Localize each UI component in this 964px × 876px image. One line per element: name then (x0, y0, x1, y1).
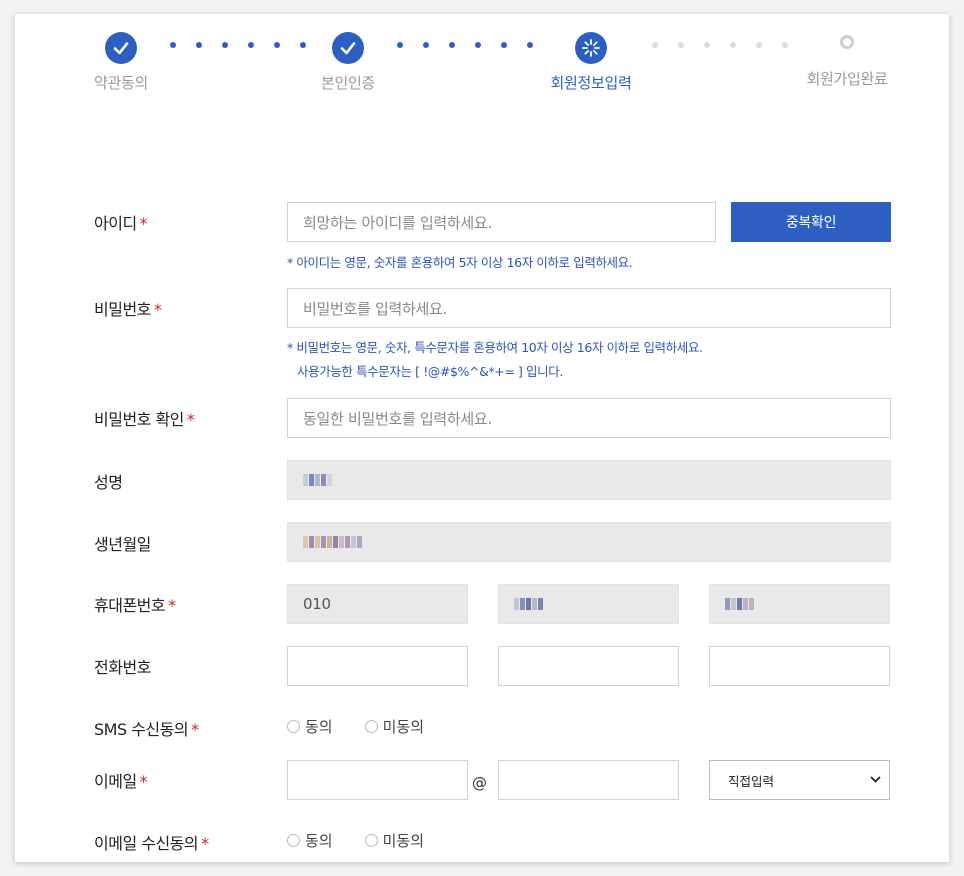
circle-icon (840, 35, 854, 49)
birth-field (287, 522, 891, 562)
userid-hint: * 아이디는 영문, 숫자를 혼용하여 5자 이상 16자 이하로 입력하세요. (287, 255, 633, 270)
blurred-value (303, 536, 362, 548)
sms-consent-label: SMS 수신동의 * (94, 720, 199, 739)
check-icon (332, 32, 364, 64)
mobile-label: 휴대폰번호 * (94, 596, 176, 615)
email-label: 이메일 * (94, 772, 148, 791)
userid-input[interactable]: 희망하는 아이디를 입력하세요. (287, 202, 716, 242)
email-agree-radio[interactable]: 동의 (287, 830, 333, 851)
loading-icon (575, 32, 607, 64)
phone-middle-input[interactable] (498, 646, 679, 686)
radio-icon[interactable] (287, 720, 300, 733)
radio-icon[interactable] (364, 834, 378, 847)
phone-last-input[interactable] (709, 646, 890, 686)
step-complete: 회원가입완료 (767, 32, 927, 89)
mobile-middle-field (498, 584, 679, 624)
email-consent-group: 동의 미동의 (287, 830, 424, 851)
sms-agree-radio[interactable]: 동의 (287, 716, 333, 737)
mobile-prefix-field: 010 (287, 584, 468, 624)
sms-disagree-radio[interactable]: 미동의 (364, 716, 424, 737)
password-input[interactable]: 비밀번호를 입력하세요. (287, 288, 891, 328)
step-label: 회원가입완료 (806, 70, 888, 88)
chevron-down-icon (870, 775, 881, 786)
check-icon (105, 32, 137, 64)
blurred-value (725, 598, 754, 610)
email-consent-label: 이메일 수신동의 * (94, 834, 209, 853)
blurred-value (514, 598, 543, 610)
radio-icon[interactable] (364, 720, 378, 733)
email-local-input[interactable] (287, 760, 468, 800)
password-confirm-input[interactable]: 동일한 비밀번호를 입력하세요. (287, 398, 891, 438)
birth-label: 생년월일 (94, 535, 151, 554)
step-label: 회원정보입력 (550, 74, 632, 92)
step-label: 약관동의 (93, 74, 148, 92)
radio-icon[interactable] (287, 834, 300, 847)
password-confirm-label: 비밀번호 확인 * (94, 410, 195, 429)
sms-consent-group: 동의 미동의 (287, 716, 424, 737)
signup-card: 약관동의 본인인증 회원정보입력 회원가입완료 아이디 * 희망하는 아이디를 … (15, 14, 949, 862)
password-hint-special: 사용가능한 특수문자는 [ !@#$%^&*+= ] 입니다. (297, 364, 563, 379)
phone-prefix-input[interactable] (287, 646, 468, 686)
email-disagree-radio[interactable]: 미동의 (364, 830, 424, 851)
password-label: 비밀번호 * (94, 300, 162, 319)
name-field (287, 460, 891, 500)
blurred-value (303, 474, 332, 486)
name-label: 성명 (94, 473, 123, 492)
step-label: 본인인증 (320, 74, 375, 92)
password-hint: * 비밀번호는 영문, 숫자, 특수문자를 혼용하여 10자 이상 16자 이하… (287, 340, 703, 355)
at-sign: @ (472, 774, 487, 792)
email-domain-input[interactable] (498, 760, 679, 800)
duplicate-check-button[interactable]: 중복확인 (731, 202, 891, 242)
email-domain-select[interactable]: 직접입력 (709, 760, 890, 800)
userid-label: 아이디 * (94, 214, 148, 233)
mobile-last-field (709, 584, 890, 624)
phone-label: 전화번호 (94, 658, 151, 677)
step-member-info: 회원정보입력 (511, 32, 671, 93)
